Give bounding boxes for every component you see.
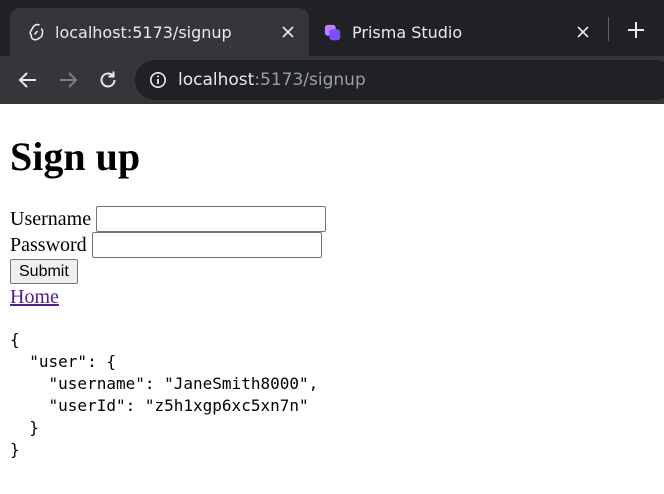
- address-path: :5173/signup: [254, 70, 366, 90]
- password-row: Password: [10, 232, 654, 258]
- close-icon[interactable]: [277, 21, 299, 43]
- password-input[interactable]: [91, 232, 322, 258]
- tab-signup[interactable]: localhost:5173/signup: [10, 8, 309, 56]
- signup-form: Username Password Submit: [10, 206, 654, 284]
- address-host: localhost: [178, 70, 255, 90]
- username-row: Username: [10, 206, 654, 232]
- info-icon[interactable]: [149, 71, 167, 89]
- submit-button[interactable]: Submit: [10, 259, 78, 284]
- back-button[interactable]: [16, 68, 40, 92]
- username-input[interactable]: [96, 206, 327, 232]
- tab-prisma-studio[interactable]: Prisma Studio: [324, 8, 604, 56]
- forward-button[interactable]: [56, 68, 80, 92]
- home-link[interactable]: Home: [10, 284, 59, 310]
- tab-divider: [608, 17, 609, 41]
- tab-title: Prisma Studio: [352, 22, 463, 42]
- tab-title: localhost:5173/signup: [55, 22, 232, 42]
- user-json-output: { "user": { "username": "JaneSmith8000",…: [10, 330, 319, 459]
- address-bar[interactable]: localhost:5173/signup: [135, 60, 664, 100]
- page-content: Sign up Username Password Submit Home { …: [0, 134, 664, 461]
- password-label: Password: [10, 233, 87, 256]
- arrow-right-icon: [60, 72, 78, 88]
- close-icon[interactable]: [572, 21, 594, 43]
- username-label: Username: [10, 207, 92, 230]
- page-title: Sign up: [10, 134, 141, 179]
- browser-toolbar: localhost:5173/signup: [0, 56, 664, 104]
- arrow-left-icon: [18, 72, 36, 88]
- browser-tab-strip: localhost:5173/signup Prisma Studio: [0, 0, 664, 56]
- reload-button[interactable]: [96, 68, 120, 92]
- new-tab-button[interactable]: [624, 18, 648, 42]
- svelte-icon: [27, 23, 45, 41]
- plus-icon: [628, 22, 644, 38]
- reload-icon: [100, 71, 116, 88]
- prisma-icon: [324, 23, 342, 41]
